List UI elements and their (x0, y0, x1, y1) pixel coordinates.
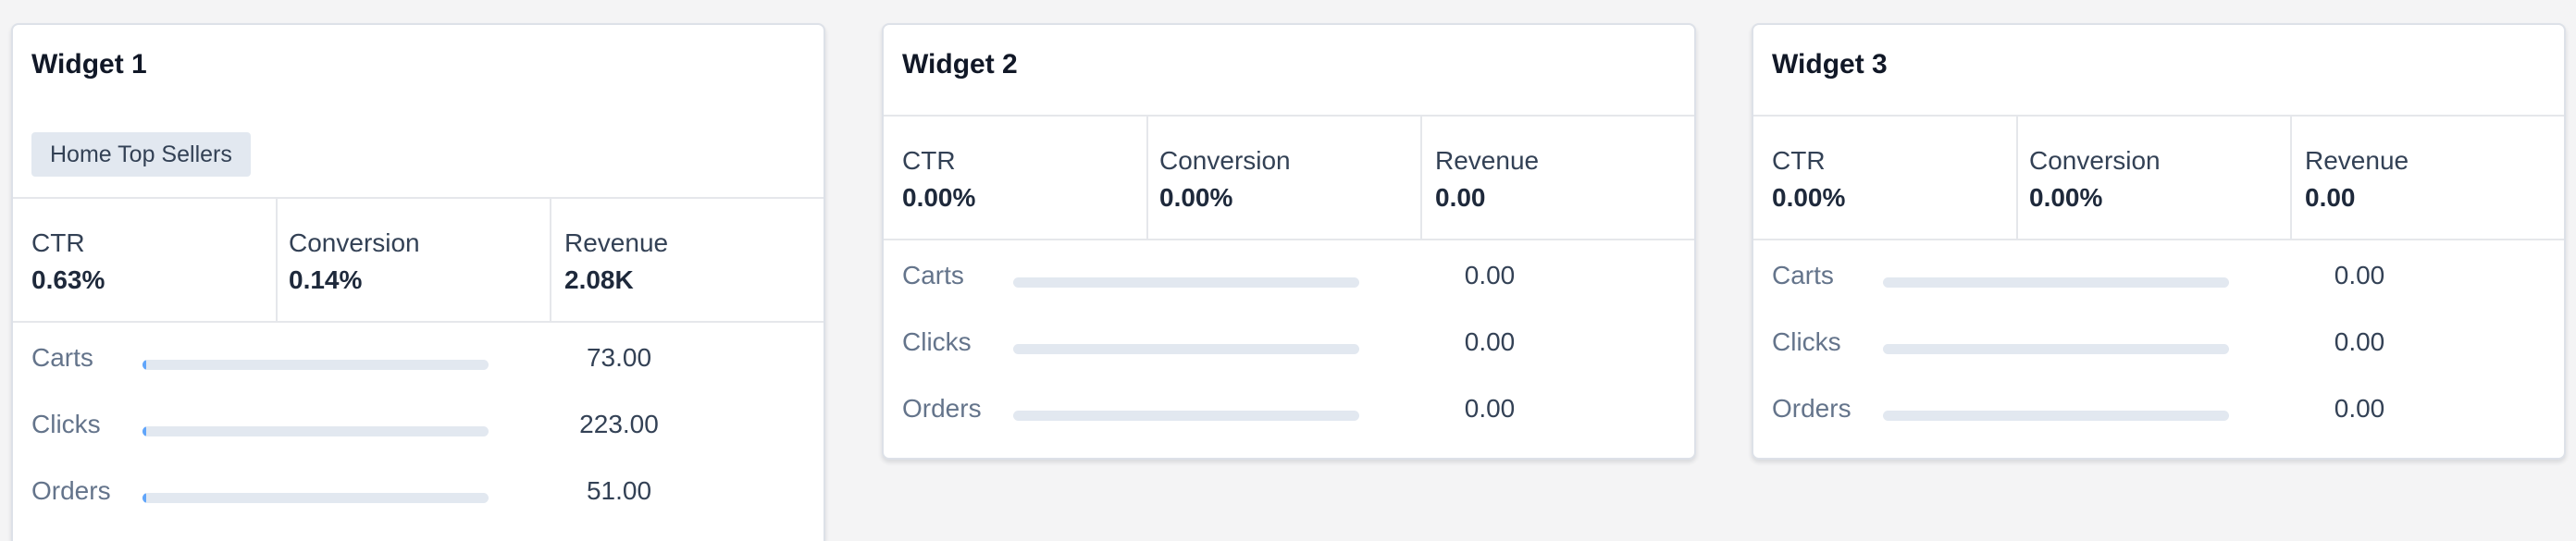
metric-row-clicks: Clicks 0.00 (884, 307, 1694, 374)
metric-row-clicks: Clicks 0.00 (1753, 307, 2564, 374)
stat-label: Conversion (2029, 146, 2161, 175)
metric-bar-fill (142, 426, 146, 436)
metric-bar (1883, 411, 2229, 421)
metric-label: Orders (31, 476, 111, 505)
widget-stats: CTR 0.00% Conversion 0.00% Revenue 0.00 (1753, 115, 2564, 240)
metric-label: Carts (1772, 261, 1834, 289)
metric-label: Orders (1772, 394, 1852, 423)
stat-value: 0.00% (902, 183, 976, 212)
widget-stats: CTR 0.63% Conversion 0.14% Revenue 2.08K (13, 197, 824, 323)
metric-label: Orders (902, 394, 982, 423)
stat-label: CTR (1772, 146, 1826, 175)
stat-value: 0.00 (1435, 183, 1486, 212)
metric-bar (1013, 411, 1359, 421)
metric-row-carts: Carts 0.00 (1753, 240, 2564, 307)
stat-label: CTR (31, 228, 85, 257)
stat-value: 2.08K (564, 265, 634, 294)
metric-row-orders: Orders 51.00 (13, 456, 824, 523)
metric-bar (1013, 277, 1359, 288)
stat-ctr: CTR 0.00% (884, 117, 1148, 239)
metric-bar-fill (142, 360, 146, 370)
metric-row-orders: Orders 0.00 (1753, 374, 2564, 440)
metric-row-carts: Carts 0.00 (884, 240, 1694, 307)
stat-label: Revenue (2305, 146, 2409, 175)
metric-value: 0.00 (2334, 327, 2385, 356)
stat-ctr: CTR 0.63% (13, 199, 278, 321)
metric-value: 73.00 (586, 343, 652, 372)
placement-tag[interactable]: Home Top Sellers (31, 132, 251, 177)
stat-value: 0.00% (2029, 183, 2103, 212)
metric-value: 0.00 (2334, 261, 2385, 289)
widget-title: Widget 1 (31, 49, 147, 80)
metric-bar (1883, 344, 2229, 354)
stat-label: Revenue (1435, 146, 1540, 175)
metric-label: Clicks (1772, 327, 1841, 356)
stat-revenue: Revenue 0.00 (1422, 117, 1694, 239)
metric-bar (1013, 344, 1359, 354)
widget-card-1: Widget 1 Home Top Sellers CTR 0.63% Conv… (11, 23, 825, 541)
metric-value: 223.00 (579, 410, 659, 438)
stat-label: Conversion (1159, 146, 1291, 175)
stat-value: 0.00% (1772, 183, 1846, 212)
metric-row-clicks: Clicks 223.00 (13, 389, 824, 456)
stat-label: Conversion (289, 228, 420, 257)
stat-conversion: Conversion 0.14% (278, 199, 551, 321)
stat-conversion: Conversion 0.00% (1148, 117, 1422, 239)
metric-value: 0.00 (1464, 394, 1516, 423)
stat-value: 0.00 (2305, 183, 2356, 212)
stat-value: 0.14% (289, 265, 363, 294)
stat-label: Revenue (564, 228, 669, 257)
metric-label: Carts (31, 343, 93, 372)
stat-value: 0.63% (31, 265, 105, 294)
stat-revenue: Revenue 0.00 (2292, 117, 2564, 239)
metric-row-orders: Orders 0.00 (884, 374, 1694, 440)
metric-label: Carts (902, 261, 964, 289)
widget-stats: CTR 0.00% Conversion 0.00% Revenue 0.00 (884, 115, 1694, 240)
stat-ctr: CTR 0.00% (1753, 117, 2018, 239)
stat-conversion: Conversion 0.00% (2018, 117, 2292, 239)
metric-label: Clicks (902, 327, 972, 356)
metric-bar (142, 493, 489, 503)
widget-card-3: Widget 3 CTR 0.00% Conversion 0.00% Reve… (1752, 23, 2566, 460)
stat-label: CTR (902, 146, 956, 175)
widget-title: Widget 2 (902, 49, 1018, 80)
metric-value: 0.00 (1464, 327, 1516, 356)
widget-card-2: Widget 2 CTR 0.00% Conversion 0.00% Reve… (882, 23, 1696, 460)
metric-label: Clicks (31, 410, 101, 438)
metric-bar (142, 360, 489, 370)
metric-bar-fill (142, 493, 146, 503)
metric-value: 0.00 (2334, 394, 2385, 423)
metric-bar (142, 426, 489, 436)
metric-value: 0.00 (1464, 261, 1516, 289)
metric-row-carts: Carts 73.00 (13, 323, 824, 389)
widget-title: Widget 3 (1772, 49, 1888, 80)
stat-revenue: Revenue 2.08K (551, 199, 824, 321)
metric-value: 51.00 (586, 476, 652, 505)
stat-value: 0.00% (1159, 183, 1233, 212)
metric-bar (1883, 277, 2229, 288)
